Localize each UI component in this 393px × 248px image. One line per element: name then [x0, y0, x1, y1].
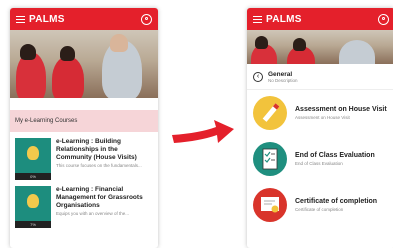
- activity-item-assessment[interactable]: Assessment on House Visit Assessment on …: [247, 90, 393, 136]
- course-card[interactable]: 7% e-Learning : Financial Management for…: [10, 180, 158, 228]
- app-brand: PALMS: [29, 13, 65, 25]
- app-brand: PALMS: [266, 13, 302, 25]
- general-title: General: [268, 70, 293, 78]
- course-description: Equips you with an overview of the...: [56, 211, 130, 216]
- activity-description: Certificate of completion: [295, 207, 344, 213]
- activity-item-evaluation[interactable]: End of Class Evaluation End of Class Eva…: [247, 136, 393, 182]
- activity-title: End of Class Evaluation: [295, 151, 375, 159]
- general-section-header[interactable]: ‹ General No Description: [247, 64, 393, 90]
- banner-photo: [10, 30, 158, 98]
- general-subtitle: No Description: [268, 77, 298, 83]
- activity-title: Assessment on House Visit: [295, 105, 387, 113]
- checklist-icon: [253, 142, 287, 176]
- course-description: This course focuses on the fundamentals.…: [56, 163, 142, 168]
- phone-screen-course-detail: PALMS ‹ General No Description Assessmen…: [247, 8, 393, 248]
- user-profile-icon[interactable]: [141, 13, 152, 25]
- app-header: PALMS: [10, 8, 158, 30]
- progress-badge: 0%: [15, 173, 51, 180]
- course-thumbnail: 0%: [15, 138, 51, 180]
- course-title: e-Learning : Building Relationships in t…: [56, 138, 137, 161]
- course-card[interactable]: 0% e-Learning : Building Relationships i…: [10, 132, 158, 180]
- phone-screen-courses: PALMS My e-Learning Courses 0% e-Learnin…: [10, 8, 158, 248]
- lightbulb-icon: [27, 194, 39, 208]
- user-profile-icon[interactable]: [378, 13, 389, 25]
- app-header: PALMS: [247, 8, 393, 30]
- hamburger-menu-icon[interactable]: [253, 15, 262, 23]
- certificate-icon: [253, 188, 287, 222]
- course-title: e-Learning : Financial Management for Gr…: [56, 186, 143, 209]
- transition-arrow-icon: [172, 120, 234, 143]
- hamburger-menu-icon[interactable]: [16, 15, 25, 23]
- back-arrow-icon[interactable]: ‹: [253, 71, 263, 82]
- section-title: My e-Learning Courses: [10, 110, 158, 132]
- pencil-icon: [253, 96, 287, 130]
- lightbulb-icon: [27, 146, 39, 160]
- activity-title: Certificate of completion: [295, 197, 378, 205]
- banner-photo: [247, 30, 393, 64]
- activity-description: End of Class Evaluation: [295, 161, 343, 167]
- activity-description: Assessment on House Visit: [295, 115, 350, 121]
- progress-badge: 7%: [15, 221, 51, 228]
- course-thumbnail: 7%: [15, 186, 51, 228]
- activity-item-certificate[interactable]: Certificate of completion Certificate of…: [247, 182, 393, 228]
